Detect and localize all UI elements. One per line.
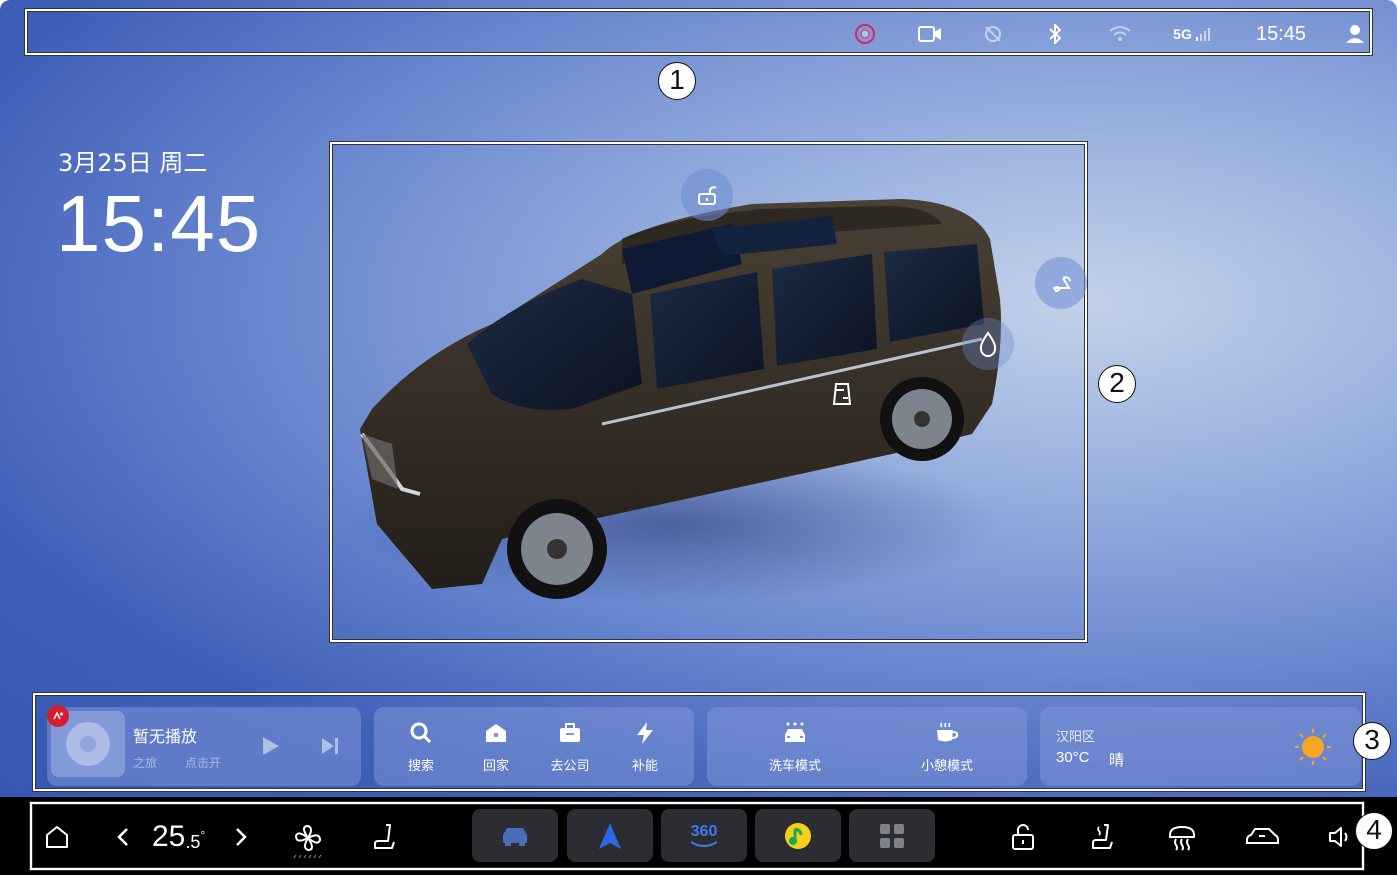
next-track-icon[interactable] bbox=[319, 735, 341, 761]
clock-label: 15:45 bbox=[56, 179, 262, 268]
rear-defrost-icon[interactable] bbox=[1166, 822, 1198, 852]
modes-card: 洗车模式 小憩模式 bbox=[707, 707, 1027, 786]
car-wash-icon bbox=[785, 722, 805, 742]
quick-action-home[interactable]: 回家 bbox=[466, 721, 526, 774]
temperature-main: 25 bbox=[152, 820, 186, 853]
search-icon bbox=[410, 722, 432, 744]
media-title: 暂无播放 bbox=[133, 727, 198, 746]
unlock-icon[interactable] bbox=[1008, 822, 1038, 852]
network-type-label: 5G bbox=[1173, 26, 1192, 42]
seat-heating-icon[interactable] bbox=[1088, 822, 1118, 852]
temperature-display: 25 .5 ° bbox=[152, 820, 222, 853]
mode-nap[interactable]: 小憩模式 bbox=[917, 721, 977, 774]
user-icon[interactable] bbox=[1343, 23, 1367, 45]
date-label: 3月25日 周二 bbox=[58, 149, 208, 177]
home-icon bbox=[486, 724, 506, 742]
quick-action-office[interactable]: 去公司 bbox=[540, 721, 600, 774]
camera-360-label: 360 bbox=[690, 822, 718, 840]
annotation-marker-4: 4 bbox=[1355, 812, 1393, 850]
media-subtitle-left: 之旅 bbox=[133, 756, 158, 770]
weather-card[interactable]: 汉阳区 30°C 晴 bbox=[1040, 707, 1361, 786]
widget-cards-row: 暂无播放 之旅 点击开 搜索 回家 去公司 补能 洗车模式 小憩模式 汉阳区 3… bbox=[33, 693, 1365, 791]
mode-car-wash[interactable]: 洗车模式 bbox=[765, 721, 825, 774]
weather-district: 汉阳区 bbox=[1056, 730, 1096, 745]
sun-icon bbox=[1293, 727, 1333, 771]
home-screen: 5G 15:45 3月25日 周二 15:45 暂无播放 之旅 点击开 搜索 回… bbox=[0, 0, 1397, 797]
play-icon[interactable] bbox=[259, 735, 281, 761]
seat-icon[interactable] bbox=[370, 822, 400, 852]
annotation-marker-2: 2 bbox=[1098, 365, 1136, 403]
video-camera-icon[interactable] bbox=[917, 23, 943, 45]
temp-decrease-icon[interactable] bbox=[112, 822, 134, 852]
navigation-app-icon[interactable] bbox=[567, 809, 653, 862]
coffee-icon bbox=[937, 722, 959, 742]
charge-icon bbox=[637, 722, 653, 744]
quick-action-label: 搜索 bbox=[407, 759, 434, 774]
annotation-marker-3: 3 bbox=[1353, 722, 1391, 760]
bluetooth-icon[interactable] bbox=[1045, 23, 1065, 45]
washer-fluid-icon[interactable] bbox=[962, 318, 1014, 370]
temp-increase-icon[interactable] bbox=[230, 822, 252, 852]
volume-icon[interactable] bbox=[1326, 822, 1354, 852]
mode-label: 洗车模式 bbox=[768, 759, 821, 774]
wifi-icon[interactable] bbox=[1107, 23, 1133, 45]
quick-action-label: 补能 bbox=[631, 759, 658, 774]
quick-actions-card: 搜索 回家 去公司 补能 bbox=[374, 707, 694, 786]
cellular-signal-icon: 5G bbox=[1170, 23, 1216, 45]
temperature-unit: ° bbox=[200, 828, 206, 842]
sliding-door-icon[interactable] bbox=[824, 376, 860, 412]
lock-icon[interactable] bbox=[681, 169, 733, 221]
quick-action-label: 回家 bbox=[482, 759, 509, 774]
record-icon[interactable] bbox=[853, 23, 877, 45]
location-off-icon[interactable] bbox=[981, 23, 1005, 45]
quick-action-charge[interactable]: 补能 bbox=[615, 721, 675, 774]
media-card[interactable]: 暂无播放 之旅 点击开 bbox=[47, 705, 361, 786]
temperature-decimal: .5 bbox=[185, 831, 201, 852]
home-button-icon[interactable] bbox=[42, 822, 72, 852]
car-status-icon[interactable] bbox=[1244, 822, 1280, 852]
quick-action-label: 去公司 bbox=[550, 759, 590, 774]
mode-label: 小憩模式 bbox=[920, 759, 973, 774]
quick-action-search[interactable]: 搜索 bbox=[391, 721, 451, 774]
fan-icon[interactable] bbox=[290, 822, 326, 860]
car-model-panel bbox=[330, 142, 1087, 642]
status-bar: 5G 15:45 bbox=[25, 9, 1372, 55]
media-subtitle-right: 点击开 bbox=[185, 756, 222, 770]
camera-360-app-icon[interactable]: 360 bbox=[661, 809, 747, 862]
briefcase-icon bbox=[560, 723, 580, 742]
weather-condition: 晴 bbox=[1109, 751, 1125, 769]
annotation-marker-1: 1 bbox=[658, 62, 696, 100]
trunk-icon[interactable] bbox=[1035, 257, 1087, 309]
music-player-app-icon[interactable] bbox=[755, 809, 841, 862]
app-grid-icon[interactable] bbox=[849, 809, 935, 862]
music-app-icon bbox=[47, 705, 69, 727]
status-time: 15:45 bbox=[1255, 22, 1307, 45]
weather-temp: 30°C bbox=[1056, 749, 1090, 766]
car-model-app-icon[interactable] bbox=[472, 809, 558, 862]
